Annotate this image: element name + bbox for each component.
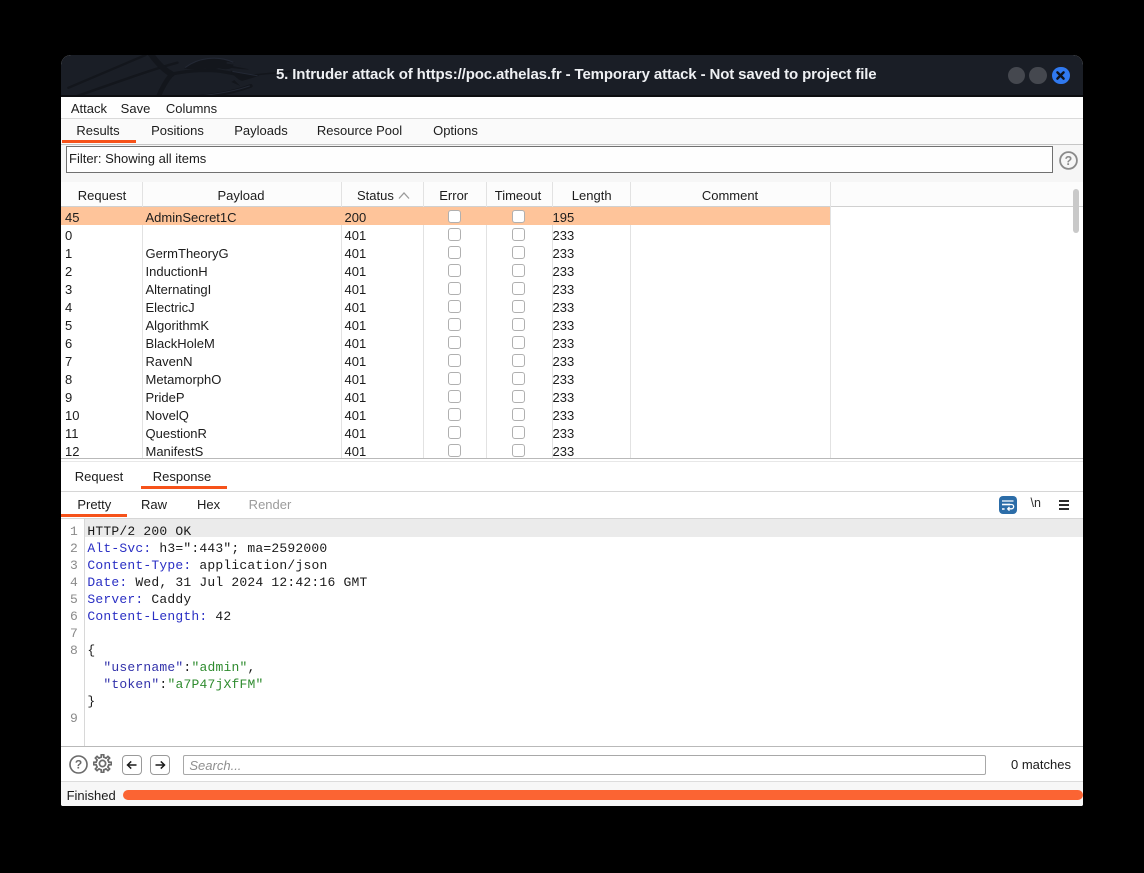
svg-text:?: ? [75, 757, 82, 771]
svg-text:?: ? [1065, 154, 1073, 168]
